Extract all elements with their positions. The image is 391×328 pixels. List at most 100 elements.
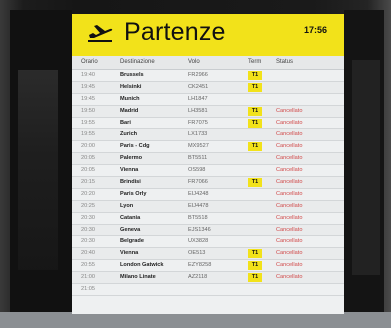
- flight-time: 19:50: [81, 107, 95, 114]
- flight-destination: Brindisi: [120, 179, 141, 186]
- flight-number: MX9527: [188, 143, 209, 150]
- flight-number: FR7075: [188, 119, 208, 126]
- flight-number: CK2451: [188, 83, 209, 90]
- departures-board: Partenze 17:56 Orario Destinazione Volo …: [72, 14, 344, 314]
- flight-destination: Milano Linate: [120, 274, 156, 281]
- flight-row: 20:20 Paris Orly EIJ4248 Cancellato: [72, 189, 344, 201]
- flight-number: EIJ4248: [188, 190, 209, 197]
- flight-row: 20:30 Geneva EJS1346 Cancellato: [72, 224, 344, 237]
- floor: [0, 312, 391, 328]
- flight-time: 20:55: [81, 262, 95, 269]
- col-header-destination: Destinazione: [120, 59, 155, 65]
- flight-row: 20:15 Brindisi FR7066 Cancellato T1: [72, 177, 344, 189]
- flight-destination: Munich: [120, 95, 140, 102]
- flight-row: 19:45 Helsinki CK2451 T1: [72, 81, 344, 94]
- flight-row: 20:00 Paris - Cdg MX9527 Cancellato T1: [72, 141, 344, 154]
- flight-time: 20:00: [81, 143, 95, 150]
- board-clock: 17:56: [304, 25, 328, 35]
- flight-destination: Vienna: [120, 250, 139, 257]
- flight-number: FR7066: [188, 179, 208, 186]
- flight-time: 19:55: [81, 119, 95, 126]
- flight-status: Cancellato: [276, 250, 303, 257]
- flight-time: 20:40: [81, 250, 95, 257]
- flight-row: 19:55 Bari FR7075 Cancellato T1: [72, 118, 344, 130]
- flight-destination: Brussels: [120, 72, 144, 78]
- flight-status: Cancellato: [276, 238, 303, 245]
- col-header-time: Orario: [81, 59, 98, 65]
- flight-status: Cancellato: [276, 179, 303, 186]
- flight-destination: Paris Orly: [120, 190, 147, 197]
- terminal-badge: T1: [248, 178, 262, 188]
- terminal-badge: T1: [248, 249, 262, 259]
- flight-time: 19:40: [81, 72, 95, 78]
- flight-row: 19:50 Madrid LH3581 Cancellato T1: [72, 105, 344, 118]
- flight-time: 21:00: [81, 274, 95, 281]
- flight-destination: Zurich: [120, 131, 138, 138]
- terminal-badge: T1: [248, 273, 262, 283]
- flight-row: 20:30 Belgrade UX3828 Cancellato: [72, 236, 344, 249]
- flight-destination: Vienna: [120, 167, 139, 174]
- board-title: Partenze: [124, 18, 226, 46]
- col-header-terminal: Term: [248, 59, 262, 65]
- photo-scene: Partenze 17:56 Orario Destinazione Volo …: [0, 0, 391, 328]
- flight-status: Cancellato: [276, 167, 303, 174]
- terminal-badge: T1: [248, 261, 262, 271]
- flight-status: Cancellato: [276, 155, 303, 162]
- flight-status: Cancellato: [276, 262, 303, 269]
- flight-row: 20:55 London Gatwick EZY8258 Cancellato T1: [72, 260, 344, 273]
- flight-status: Cancellato: [276, 226, 303, 233]
- flight-number: EZY8258: [188, 262, 212, 269]
- flight-row: 21:00 Milano Linate AZ2118 Cancellato T1: [72, 272, 344, 285]
- flight-status: Cancellato: [276, 274, 303, 281]
- col-header-status: Status: [276, 59, 294, 65]
- flight-time: 20:30: [81, 214, 95, 221]
- flight-status: Cancellato: [276, 214, 303, 221]
- flight-row: 19:55 Zurich LX1733 Cancellato: [72, 129, 344, 142]
- flight-status: Cancellato: [276, 202, 303, 209]
- flight-time: 20:05: [81, 167, 95, 174]
- board-header: Partenze 17:56: [72, 14, 344, 56]
- terminal-badge: T1: [248, 142, 262, 152]
- flight-time: 20:20: [81, 190, 95, 197]
- flight-row: 19:45 Munich LH1847: [72, 94, 344, 106]
- flight-time: 20:25: [81, 202, 95, 209]
- terminal-badge: T1: [248, 106, 262, 116]
- flight-time: 21:05: [81, 286, 95, 293]
- col-header-flight: Volo: [188, 59, 200, 65]
- flight-destination: Helsinki: [120, 83, 142, 90]
- flight-destination: Palermo: [120, 155, 143, 162]
- flight-row: 20:25 Lyon EIJ4478 Cancellato: [72, 200, 344, 213]
- flight-status: Cancellato: [276, 190, 303, 197]
- terminal-badge: T1: [248, 71, 262, 80]
- flights-list: 19:40 Brussels FR2966 T1 19:45 Helsinki CK2451…: [72, 70, 344, 296]
- flight-number: OE513: [188, 250, 206, 257]
- flight-destination: Madrid: [120, 107, 139, 114]
- flight-time: 20:05: [81, 155, 95, 162]
- flight-time: 19:55: [81, 131, 95, 138]
- flight-row: 20:05 Vienna OS598 Cancellato: [72, 165, 344, 178]
- flight-destination: Paris - Cdg: [120, 143, 150, 150]
- flight-destination: Geneva: [120, 226, 141, 233]
- flight-status: Cancellato: [276, 119, 303, 126]
- flight-status: Cancellato: [276, 107, 303, 114]
- left-wall-reflection: [18, 70, 58, 270]
- flight-number: OS598: [188, 167, 206, 174]
- flight-time: 20:30: [81, 226, 95, 233]
- flight-row: 19:40 Brussels FR2966 T1: [72, 70, 344, 82]
- flight-time: 20:30: [81, 238, 95, 245]
- flight-number: LH3581: [188, 107, 208, 114]
- flight-destination: Lyon: [120, 202, 134, 209]
- flight-destination: Catania: [120, 214, 141, 221]
- flight-number: AZ2118: [188, 274, 208, 281]
- flight-number: UX3828: [188, 238, 209, 245]
- terminal-badge: T1: [248, 82, 262, 92]
- flight-row: 20:05 Palermo BT5511 Cancellato: [72, 153, 344, 166]
- flight-number: FR2966: [188, 72, 208, 78]
- flight-number: EIJ4478: [188, 202, 209, 209]
- flight-status: Cancellato: [276, 143, 303, 150]
- flight-number: BT5511: [188, 155, 208, 162]
- flight-time: 19:45: [81, 83, 95, 90]
- flight-row: 20:30 Catania BT5518 Cancellato: [72, 213, 344, 225]
- flight-time: 19:45: [81, 95, 95, 102]
- terminal-badge: T1: [248, 118, 262, 128]
